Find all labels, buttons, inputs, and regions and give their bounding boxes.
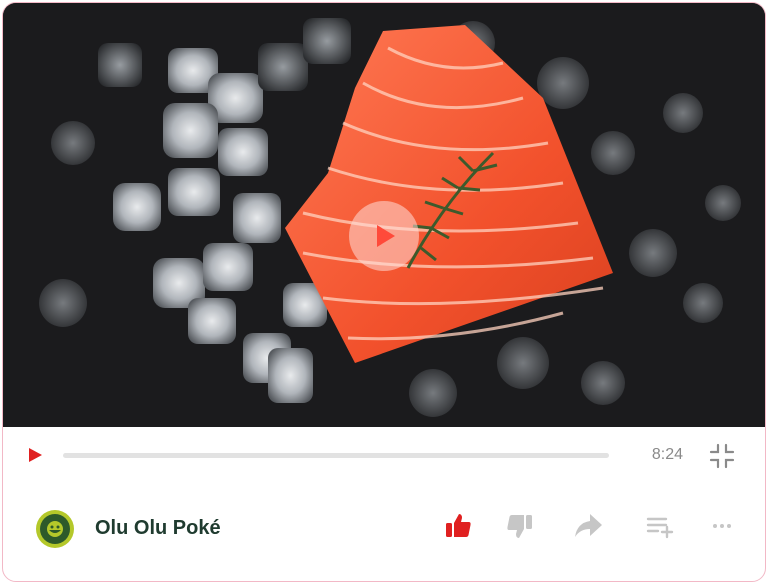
like-button[interactable] bbox=[441, 509, 475, 543]
play-icon bbox=[29, 448, 42, 462]
exit-fullscreen-button[interactable] bbox=[709, 443, 735, 469]
thumbs-up-icon bbox=[446, 514, 471, 537]
play-icon bbox=[377, 225, 395, 247]
channel-action-bar: Olu Olu Poké bbox=[3, 483, 765, 581]
channel-avatar[interactable] bbox=[35, 509, 75, 549]
thumbs-down-icon bbox=[507, 515, 532, 538]
progress-track[interactable] bbox=[63, 453, 609, 458]
video-frame[interactable] bbox=[3, 3, 765, 427]
dislike-button[interactable] bbox=[503, 509, 537, 543]
share-button[interactable] bbox=[571, 509, 605, 543]
share-arrow-icon bbox=[575, 514, 602, 537]
player-controls: 8:24 bbox=[3, 427, 765, 483]
channel-name[interactable]: Olu Olu Poké bbox=[95, 517, 221, 540]
exit-fullscreen-icon bbox=[709, 443, 735, 469]
video-card: 8:24 Olu Olu Poké bbox=[2, 2, 766, 582]
duration-label: 8:24 bbox=[651, 446, 683, 463]
add-to-playlist-button[interactable] bbox=[643, 509, 677, 543]
more-options-button[interactable] bbox=[705, 509, 739, 543]
more-dots-icon bbox=[713, 524, 731, 528]
play-button[interactable] bbox=[25, 445, 45, 465]
olu-olu-poke-logo bbox=[36, 510, 74, 548]
add-to-playlist-icon bbox=[646, 517, 674, 539]
video-play-overlay-button[interactable] bbox=[349, 201, 419, 271]
